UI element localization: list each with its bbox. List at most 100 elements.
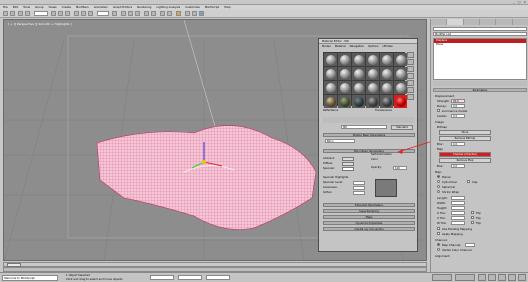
w-tile-field[interactable] [451,221,465,225]
cylindrical-radio[interactable] [437,180,440,183]
link-icon[interactable] [18,11,23,16]
mat-menu-options[interactable]: Options [368,44,378,49]
reference-coord-dropdown[interactable] [97,11,109,16]
pan-icon[interactable] [508,274,516,281]
rotate-icon[interactable] [81,11,86,16]
u-flip-checkbox[interactable] [471,211,474,214]
width-field[interactable] [451,201,465,205]
material-slot[interactable] [366,53,379,66]
parameters-rollout[interactable]: Parameters [433,88,527,92]
diffuse-swatch[interactable] [342,162,354,166]
tab-utilities[interactable] [512,19,528,25]
align-icon[interactable] [151,11,156,16]
height-field[interactable] [451,206,465,210]
map-button[interactable]: Checker (Checker) [439,152,491,157]
mat-menu-material[interactable]: Material [335,44,346,49]
luminance-center-checkbox[interactable] [437,109,440,112]
mirror-icon[interactable] [144,11,149,16]
select-icon[interactable] [51,11,56,16]
selection-filter-dropdown[interactable] [34,11,48,16]
material-slot[interactable] [352,81,365,94]
video-check-icon[interactable] [407,80,414,86]
material-slot[interactable] [366,67,379,80]
material-slot[interactable] [324,95,337,108]
vertex-color-radio[interactable] [437,248,440,251]
material-slot-selected[interactable] [394,95,407,108]
pivot-icon[interactable] [112,11,117,16]
modifier-list-dropdown[interactable]: Modifier List [433,32,527,36]
material-type-button[interactable]: Standard [391,125,413,130]
stack-item-plane[interactable]: Plane [434,43,526,47]
soften-field[interactable] [353,191,365,195]
strength-field[interactable]: 20.0 [451,99,465,103]
displaced-plane-mesh[interactable] [96,125,317,230]
z-coord-field[interactable] [206,275,230,280]
x-coord-field[interactable] [150,275,174,280]
map-channel-radio[interactable] [437,243,440,246]
remove-map-button[interactable]: Remove Map [439,158,491,163]
angle-snap-icon[interactable] [128,11,133,16]
material-slot[interactable] [366,95,379,108]
mental-ray-rollout[interactable]: mental ray Connection [323,227,415,231]
material-slot[interactable] [380,67,393,80]
select-by-name-icon[interactable] [58,11,63,16]
mat-menu-navigation[interactable]: Navigation [350,44,365,49]
viewport-label[interactable]: [ + ][ Perspective ][ Smooth + Highlight… [8,22,72,26]
y-coord-field[interactable] [178,275,202,280]
shrink-wrap-radio[interactable] [437,190,440,193]
use-existing-mapping-checkbox[interactable] [437,227,440,230]
tab-modify[interactable] [447,19,464,25]
schematic-view-icon[interactable] [167,11,172,16]
shader-dropdown[interactable]: Blinn [325,139,355,143]
tab-motion[interactable] [479,19,497,25]
play-icon[interactable] [478,274,486,281]
v-tile-field[interactable] [451,216,465,220]
spherical-radio[interactable] [437,185,440,188]
curve-editor-icon[interactable] [160,11,165,16]
opacity-field[interactable]: 100 [393,166,407,170]
shader-basic-rollout[interactable]: Shader Basic Parameters [323,133,415,137]
decay-field[interactable]: 0.0 [451,104,465,108]
material-name-field[interactable]: Mtl [341,125,387,129]
u-tile-field[interactable] [451,211,465,215]
material-slot[interactable] [380,81,393,94]
next-frame-icon[interactable] [488,274,496,281]
backlight-icon[interactable] [407,59,414,65]
orbit-icon[interactable] [518,274,526,281]
dynamics-rollout[interactable]: Dynamics Properties [323,221,415,225]
undo-icon[interactable] [3,11,8,16]
material-slot[interactable] [352,95,365,108]
material-slot[interactable] [338,95,351,108]
maps-rollout[interactable]: Maps [323,215,415,219]
extended-params-rollout[interactable]: Extended Parameters [323,203,415,207]
options-icon[interactable] [407,94,414,100]
tab-display[interactable] [496,19,513,25]
material-slot[interactable] [338,53,351,66]
material-slot[interactable] [380,95,393,108]
specular-level-field[interactable] [353,181,365,185]
material-slot[interactable] [380,53,393,66]
rendered-frame-icon[interactable] [192,11,197,16]
specular-swatch[interactable] [342,167,354,171]
map-blur-field[interactable]: 0.0 [451,164,465,168]
ambient-swatch[interactable] [342,157,354,161]
material-slot[interactable] [324,67,337,80]
set-key-button[interactable] [455,274,475,281]
redo-icon[interactable] [10,11,15,16]
material-slot[interactable] [338,81,351,94]
apply-mapping-checkbox[interactable] [437,232,440,235]
material-slot[interactable] [338,67,351,80]
material-slot[interactable] [394,67,407,80]
render-setup-icon[interactable] [185,11,190,16]
material-slot[interactable] [324,81,337,94]
sample-type-icon[interactable] [407,52,414,58]
material-slot[interactable] [324,53,337,66]
bitmap-blur-field[interactable]: 0.0 [451,142,465,146]
object-name-field[interactable] [433,27,527,31]
v-flip-checkbox[interactable] [471,216,474,219]
w-flip-checkbox[interactable] [471,221,474,224]
make-preview-icon[interactable] [407,87,414,93]
supersampling-rollout[interactable]: SuperSampling [323,209,415,213]
snap-icon[interactable] [121,11,126,16]
sample-uv-icon[interactable] [407,73,414,79]
